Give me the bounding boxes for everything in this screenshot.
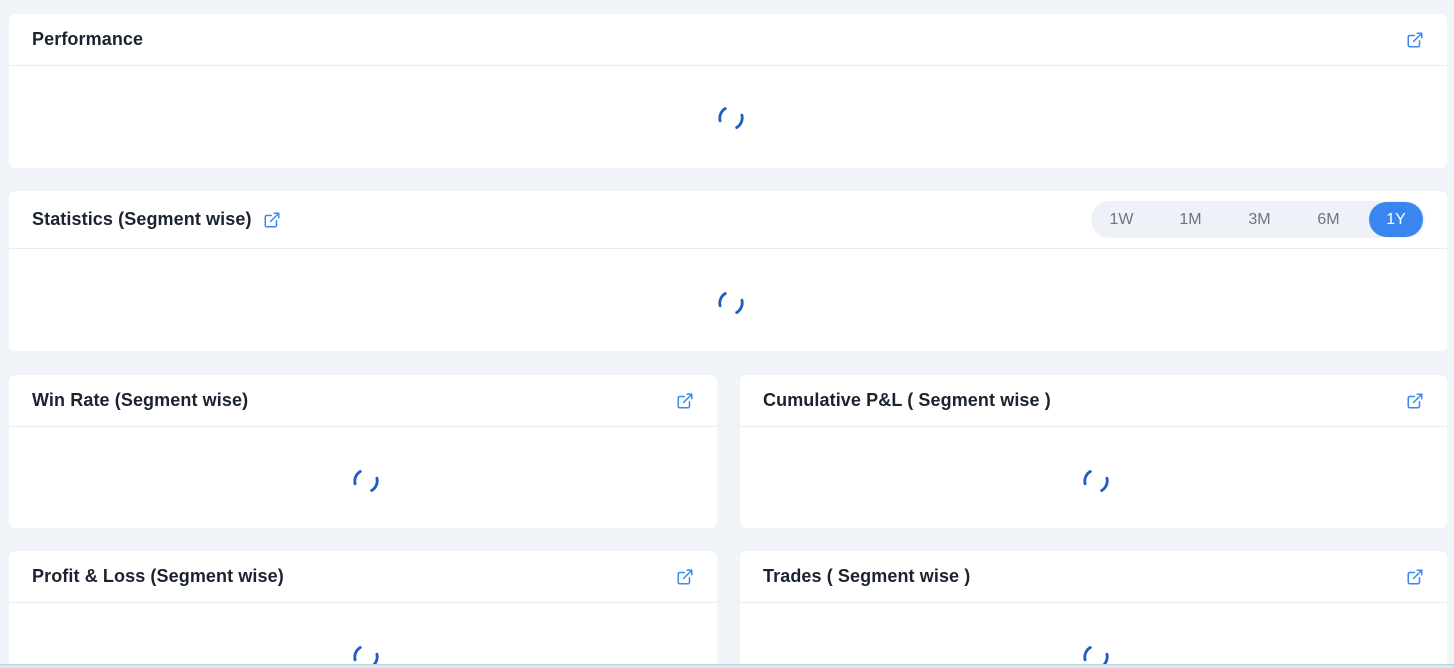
cumulative-pnl-chart-area <box>740 427 1447 527</box>
profit-loss-title: Profit & Loss (Segment wise) <box>32 566 284 586</box>
cumulative-pnl-card: Cumulative P&L ( Segment wise ) <box>740 375 1447 528</box>
cumulative-pnl-title: Cumulative P&L ( Segment wise ) <box>763 390 1051 410</box>
win-rate-chart-area <box>9 427 717 527</box>
performance-external-link-icon[interactable] <box>1405 30 1425 50</box>
range-3m-button[interactable]: 3M <box>1231 202 1288 237</box>
win-rate-external-link-icon[interactable] <box>675 391 695 411</box>
trades-title: Trades ( Segment wise ) <box>763 566 971 586</box>
analytics-dashboard: Performance Statistics (Segment wise) 1W… <box>0 0 1454 668</box>
performance-card-header: Performance <box>9 14 1447 66</box>
statistics-card: Statistics (Segment wise) 1W 1M 3M 6M 1Y <box>9 191 1447 351</box>
profit-loss-chart-area <box>9 603 717 668</box>
performance-chart-area <box>9 66 1447 167</box>
performance-title: Performance <box>32 29 144 49</box>
statistics-card-header: Statistics (Segment wise) 1W 1M 3M 6M 1Y <box>9 191 1447 249</box>
range-1m-button[interactable]: 1M <box>1162 202 1219 237</box>
loading-spinner-icon <box>718 292 744 314</box>
trades-card-header: Trades ( Segment wise ) <box>740 551 1447 603</box>
loading-spinner-icon <box>353 470 379 492</box>
trades-chart-area <box>740 603 1447 668</box>
statistics-title: Statistics (Segment wise) <box>32 209 252 229</box>
cumulative-pnl-external-link-icon[interactable] <box>1405 391 1425 411</box>
trades-external-link-icon[interactable] <box>1405 567 1425 587</box>
trades-card: Trades ( Segment wise ) <box>740 551 1447 668</box>
range-1w-button[interactable]: 1W <box>1093 202 1150 237</box>
win-rate-card: Win Rate (Segment wise) <box>9 375 717 528</box>
window-bottom-edge <box>0 664 1454 668</box>
statistics-chart-area <box>9 249 1447 350</box>
range-6m-button[interactable]: 6M <box>1300 202 1357 237</box>
time-range-selector: 1W 1M 3M 6M 1Y <box>1091 201 1425 238</box>
cumulative-pnl-card-header: Cumulative P&L ( Segment wise ) <box>740 375 1447 427</box>
profit-loss-external-link-icon[interactable] <box>675 567 695 587</box>
range-1y-button[interactable]: 1Y <box>1369 202 1423 237</box>
loading-spinner-icon <box>1083 470 1109 492</box>
statistics-external-link-icon[interactable] <box>262 210 282 230</box>
win-rate-title: Win Rate (Segment wise) <box>32 390 249 410</box>
profit-loss-card-header: Profit & Loss (Segment wise) <box>9 551 717 603</box>
loading-spinner-icon <box>718 107 744 129</box>
performance-card: Performance <box>9 14 1447 168</box>
profit-loss-card: Profit & Loss (Segment wise) <box>9 551 717 668</box>
win-rate-card-header: Win Rate (Segment wise) <box>9 375 717 427</box>
